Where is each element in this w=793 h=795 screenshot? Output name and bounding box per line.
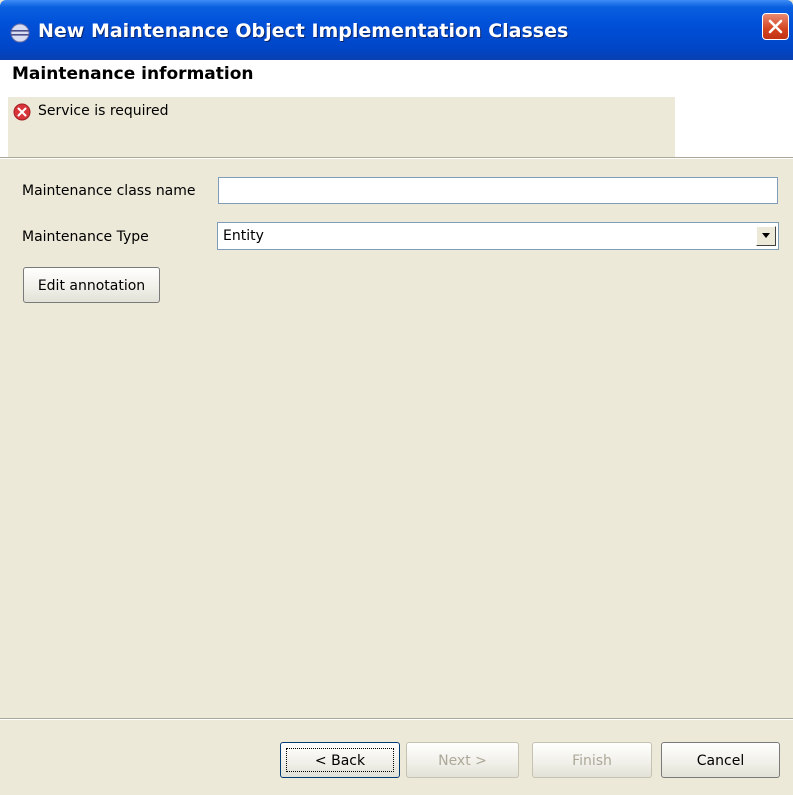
type-selected-value: Entity xyxy=(223,228,264,244)
page-title: Maintenance information xyxy=(12,64,254,84)
finish-label: Finish xyxy=(572,753,612,769)
error-icon xyxy=(13,103,31,121)
edit-annotation-button[interactable]: Edit annotation xyxy=(23,267,160,303)
type-select[interactable]: Entity xyxy=(217,222,779,250)
type-label: Maintenance Type xyxy=(22,229,149,245)
close-button[interactable] xyxy=(762,13,789,40)
next-button[interactable]: Next > xyxy=(406,742,519,778)
window-title: New Maintenance Object Implementation Cl… xyxy=(38,20,569,42)
dropdown-button[interactable] xyxy=(756,226,776,246)
next-label: Next > xyxy=(438,753,487,769)
header-divider-highlight xyxy=(0,158,793,159)
footer-divider-highlight xyxy=(0,719,793,720)
edit-annotation-label: Edit annotation xyxy=(37,278,146,294)
eclipse-icon xyxy=(10,23,30,43)
class-name-input[interactable] xyxy=(218,177,778,204)
class-name-label: Maintenance class name xyxy=(22,183,196,199)
back-button[interactable]: < Back xyxy=(280,742,400,778)
finish-button[interactable]: Finish xyxy=(532,742,652,778)
dialog-window: New Maintenance Object Implementation Cl… xyxy=(0,0,793,795)
back-label: < Back xyxy=(314,753,366,769)
cancel-button[interactable]: Cancel xyxy=(661,742,780,778)
close-icon xyxy=(768,19,783,34)
title-bar[interactable]: New Maintenance Object Implementation Cl… xyxy=(0,0,793,60)
error-message: Service is required xyxy=(38,103,169,119)
cancel-label: Cancel xyxy=(696,753,745,769)
chevron-down-icon xyxy=(762,233,770,238)
